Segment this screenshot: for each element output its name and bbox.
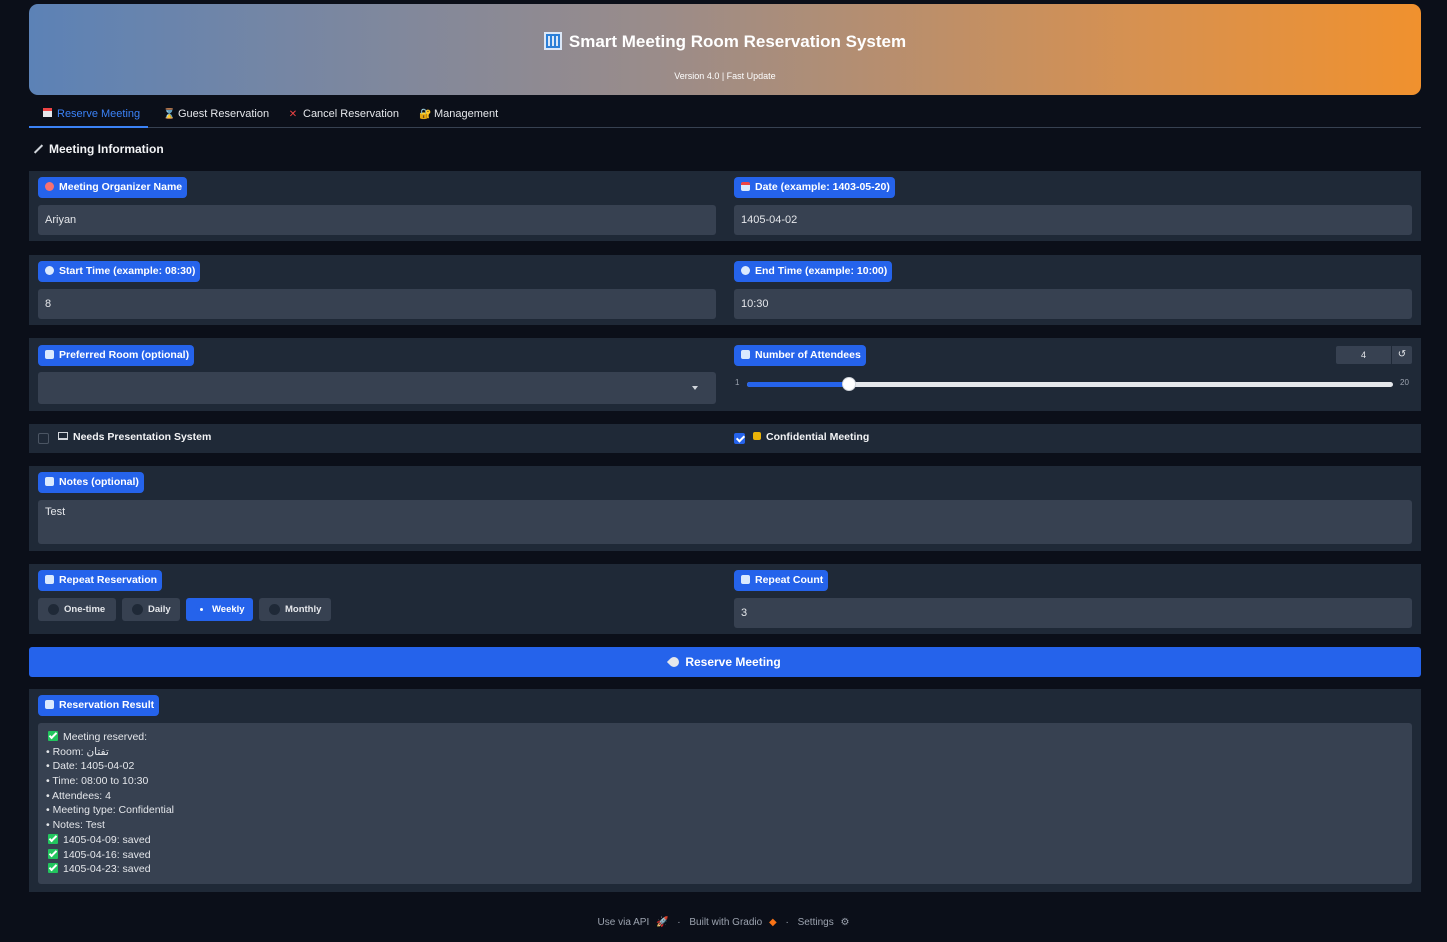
check-mark-icon [48, 833, 58, 844]
people-icon [741, 350, 750, 359]
gradio-logo-icon: ◆ [768, 917, 777, 928]
built-with-gradio-link[interactable]: Built with Gradio [689, 917, 762, 928]
presentation-label: Needs Presentation System [58, 431, 211, 443]
gear-icon: ⚙ [840, 917, 850, 928]
date-label: Date (example: 1403-05-20) [734, 177, 895, 198]
clock-icon [45, 266, 54, 275]
result-line: • Time: 08:00 to 10:30 [46, 775, 149, 788]
memo-icon [45, 477, 54, 486]
settings-link[interactable]: Settings [798, 917, 834, 928]
calendar-icon [741, 182, 750, 191]
confidential-checkbox[interactable] [734, 433, 745, 444]
footer: Use via API 🚀 · Built with Gradio ◆ · Se… [0, 917, 1447, 928]
attendees-number-input[interactable]: 4 [1336, 346, 1391, 364]
result-line: 1405-04-23: saved [46, 862, 1412, 877]
slider-min-label: 1 [735, 378, 740, 387]
organizer-label: Meeting Organizer Name [38, 177, 188, 198]
row-options [29, 424, 1421, 453]
result-line: • Meeting type: Confidential [46, 804, 174, 817]
attendees-label: Number of Attendees [734, 345, 866, 366]
radio-dot [196, 604, 207, 615]
radio-dot [132, 604, 143, 615]
clipboard-icon [45, 700, 54, 709]
reserve-meeting-button[interactable]: Reserve Meeting [29, 647, 1421, 677]
check-mark-icon [48, 863, 58, 874]
result-line: • Date: 1405-04-02 [46, 760, 135, 773]
end-time-label: End Time (example: 10:00) [734, 261, 893, 282]
app-title-row: Smart Meeting Room Reservation System [29, 32, 1421, 52]
radio-dot [48, 604, 59, 615]
end-time-input[interactable]: 10:30 [734, 289, 1412, 319]
footer-separator: · [785, 917, 789, 928]
result-textbox[interactable]: Meeting reserved: • Room: تفتان • Date: … [38, 723, 1412, 884]
result-label: Reservation Result [38, 695, 160, 716]
confidential-label: Confidential Meeting [753, 431, 869, 443]
reset-icon[interactable]: ↺ [1392, 346, 1412, 364]
attendees-slider[interactable] [747, 377, 1393, 391]
calendar-icon [43, 108, 52, 117]
pencil-icon [33, 144, 44, 154]
start-time-label: Start Time (example: 08:30) [38, 261, 201, 282]
footer-separator: · [677, 917, 681, 928]
notes-textarea[interactable]: Test [38, 500, 1412, 544]
repeat-option-monthly[interactable]: Monthly [259, 598, 331, 621]
repeat-option-daily[interactable]: Daily [122, 598, 180, 621]
repeat-option-weekly[interactable]: Weekly [186, 598, 253, 621]
office-building-icon [45, 350, 54, 359]
rocket-icon [667, 654, 682, 670]
active-tab-indicator [29, 126, 148, 128]
check-mark-icon [48, 848, 58, 859]
laptop-icon [58, 432, 68, 440]
result-line: Meeting reserved: [46, 730, 1412, 745]
room-label: Preferred Room (optional) [38, 345, 195, 366]
result-line: 1405-04-09: saved [46, 833, 1412, 848]
cross-icon: ✕ [288, 109, 298, 120]
rocket-icon: 🚀 [656, 917, 669, 928]
tab-guest-reservation[interactable]: ⌛ Guest Reservation [163, 108, 269, 120]
check-mark-icon [48, 731, 58, 741]
room-dropdown[interactable] [38, 372, 716, 404]
repeat-label: Repeat Reservation [38, 570, 163, 591]
hourglass-icon: ⌛ [163, 109, 176, 120]
tab-bar: Reserve Meeting ⌛ Guest Reservation ✕ Canc… [29, 100, 1421, 128]
result-line: • Notes: Test [46, 819, 105, 832]
radio-dot [269, 604, 280, 615]
pin-icon [45, 182, 54, 191]
numbers-icon [741, 575, 750, 584]
section-title: Meeting Information [33, 142, 164, 156]
organizer-name-input[interactable]: Ariyan [38, 205, 716, 235]
repeat-option-one-time[interactable]: One-time [38, 598, 116, 621]
result-line: • Attendees: 4 [46, 789, 111, 802]
repeat-count-label: Repeat Count [734, 570, 829, 591]
office-building-icon [543, 32, 562, 50]
lock-key-icon: 🔐 [419, 109, 432, 120]
app-subtitle: Version 4.0 | Fast Update [674, 71, 776, 81]
app-title: Smart Meeting Room Reservation System [568, 32, 907, 51]
repeat-icon [45, 575, 54, 584]
notes-label: Notes (optional) [38, 472, 144, 493]
date-input[interactable]: 1405-04-02 [734, 205, 1412, 235]
presentation-checkbox[interactable] [38, 433, 49, 444]
app-header: Smart Meeting Room Reservation System Ve… [29, 4, 1421, 95]
slider-handle[interactable] [842, 377, 856, 391]
tab-management[interactable]: 🔐 Management [419, 108, 498, 120]
chevron-down-icon[interactable] [692, 386, 698, 390]
tab-cancel-reservation[interactable]: ✕ Cancel Reservation [288, 108, 399, 120]
result-line: 1405-04-16: saved [46, 848, 1412, 863]
use-via-api-link[interactable]: Use via API [598, 917, 650, 928]
slider-max-label: 20 [1400, 378, 1409, 387]
lock-icon [753, 432, 761, 440]
tab-reserve-meeting[interactable]: Reserve Meeting [43, 108, 140, 120]
start-time-input[interactable]: 8 [38, 289, 716, 319]
slider-fill [747, 382, 849, 387]
repeat-count-input[interactable]: 3 [734, 598, 1412, 628]
result-line: • Room: تفتان [46, 745, 109, 758]
clock-icon [741, 266, 750, 275]
